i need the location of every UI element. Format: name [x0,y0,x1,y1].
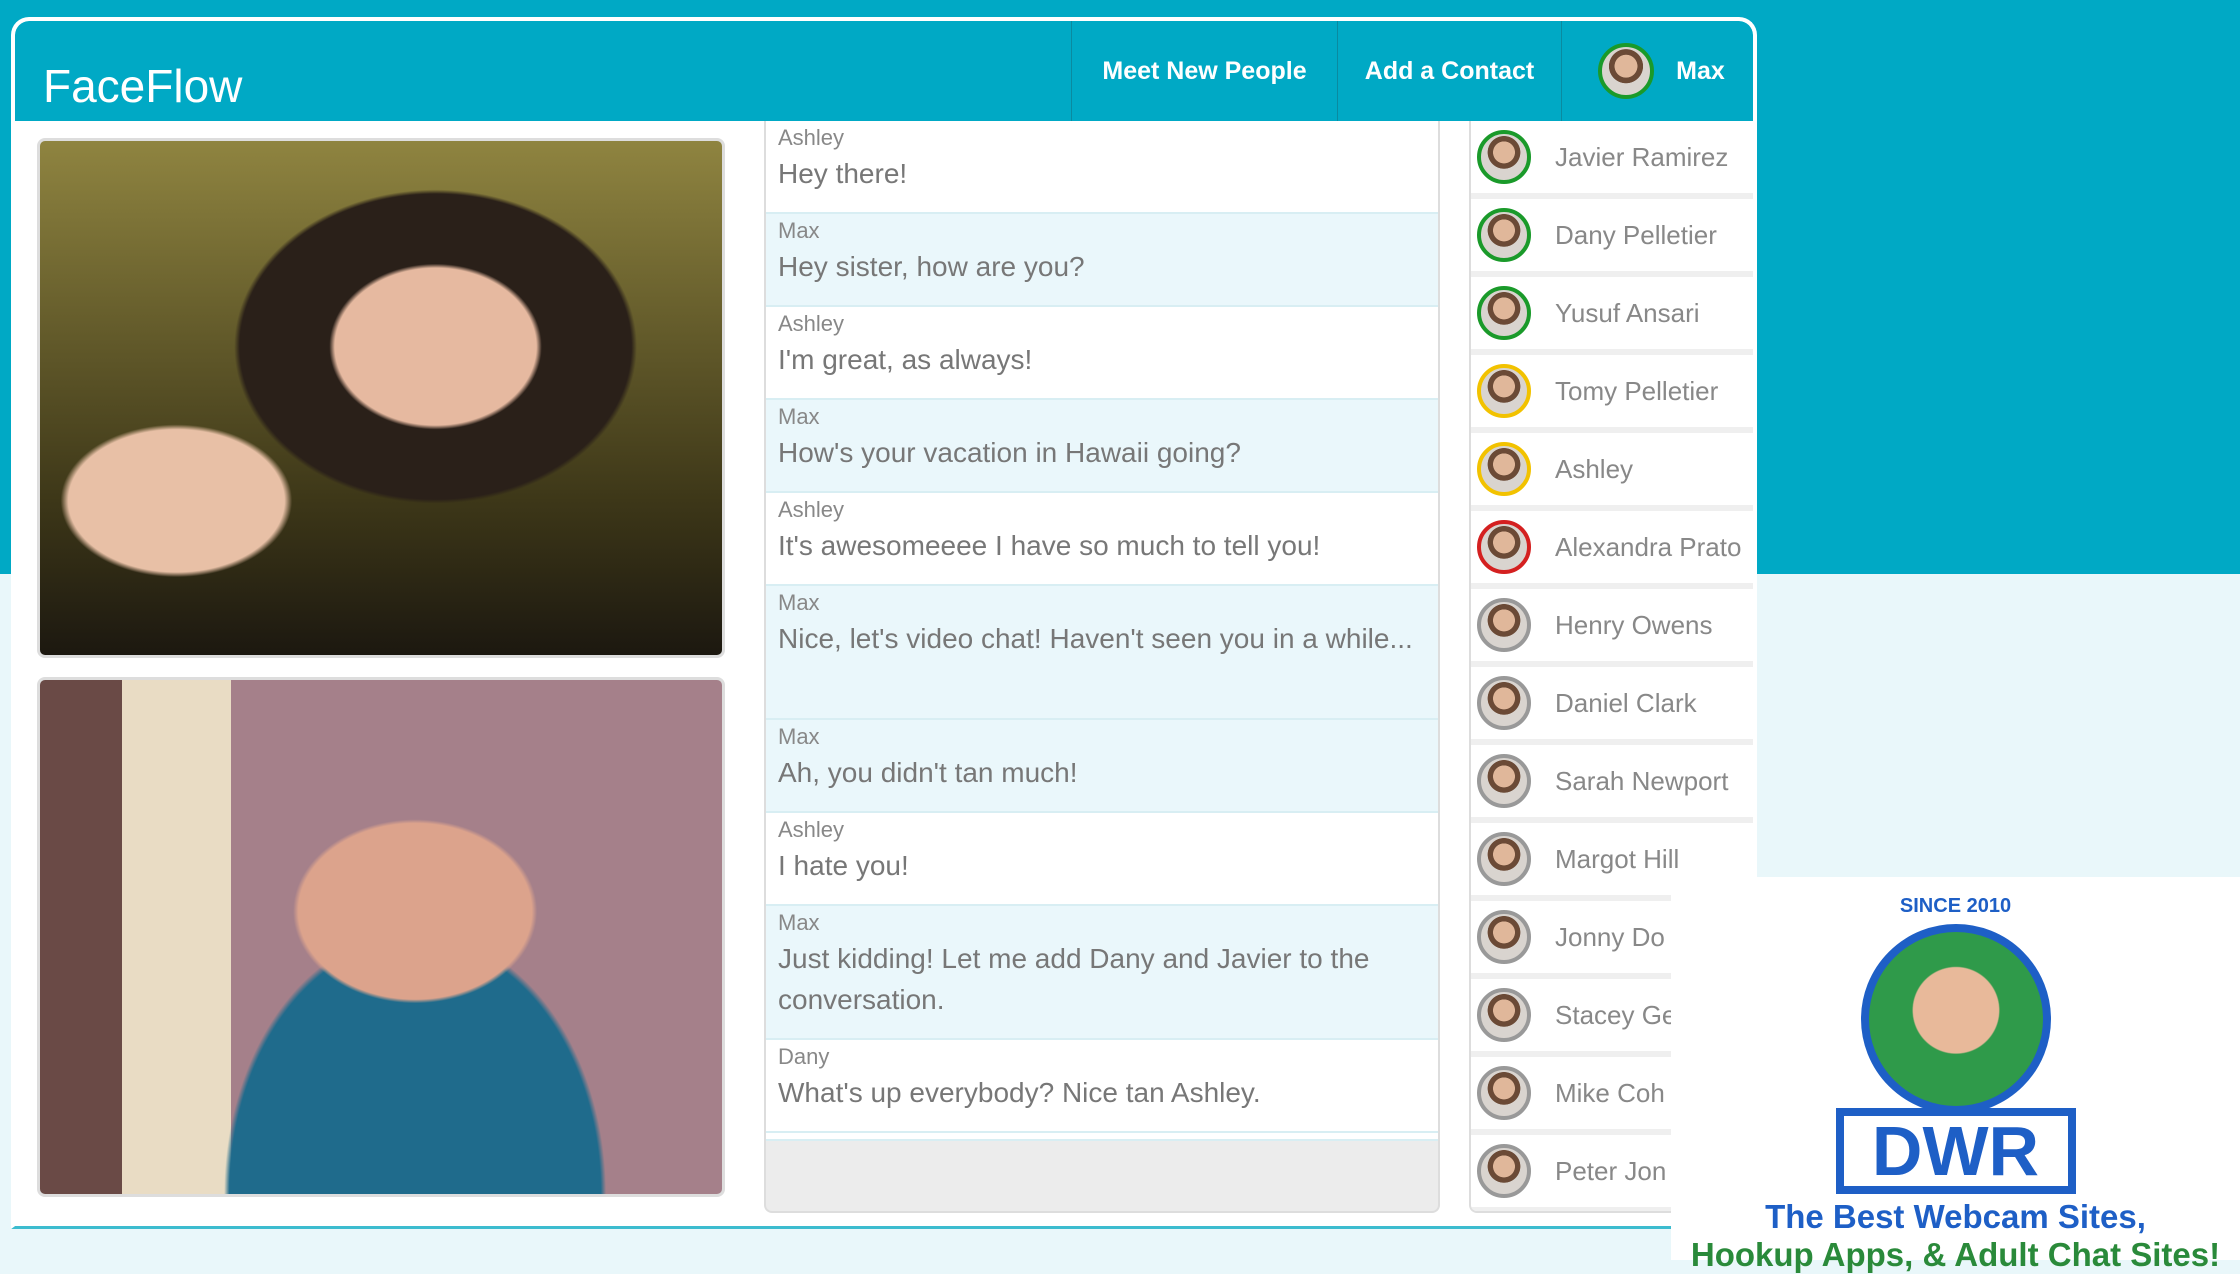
chat-panel: Ashley Hey there! Max Hey sister, how are y… [764,121,1440,1213]
message-text: Nice, let's video chat! Haven't seen you… [778,623,1413,654]
user-avatar [1598,43,1655,99]
contact-item[interactable]: Daniel Clark [1471,667,1753,745]
contact-item[interactable]: Javier Ramirez [1471,121,1753,199]
message-input[interactable] [766,1141,1438,1211]
chat-message: Ashley I hate you! [766,813,1438,906]
mascot-icon [1860,924,2051,1114]
message-sender: Max [778,218,820,243]
user-menu[interactable]: Max [1561,21,1753,121]
chat-message: Max Just kidding! Let me add Dany and Jav… [766,906,1438,1040]
message-text: How's your vacation in Hawaii going? [778,437,1241,468]
contact-name: Stacey Ge [1555,999,1677,1030]
message-sender: Max [778,724,820,749]
message-sender: Ashley [778,497,845,522]
watermark-line1: The Best Webcam Sites, [1765,1198,2146,1235]
message-text: It's awesomeeee I have so much to tell y… [778,530,1321,561]
contact-avatar [1477,754,1531,808]
contact-name: Tomy Pelletier [1555,375,1719,406]
message-text: What's up everybody? Nice tan Ashley. [778,1077,1261,1108]
message-sender: Ashley [778,311,845,336]
chat-message: Dany What's up everybody? Nice tan Ashley… [766,1040,1438,1133]
contact-item[interactable]: Dany Pelletier [1471,199,1753,277]
message-sender: Max [778,910,820,935]
contact-name: Jonny Do [1555,921,1665,952]
meet-new-people-button[interactable]: Meet New People [1071,21,1337,121]
contact-avatar [1477,286,1531,340]
add-contact-button[interactable]: Add a Contact [1337,21,1561,121]
contact-item[interactable]: Sarah Newport [1471,745,1753,823]
watermark-since: SINCE 2010 [1899,895,2012,917]
contact-item[interactable]: Alexandra Prato [1471,511,1753,589]
contact-avatar [1477,208,1531,262]
contact-avatar [1477,520,1531,574]
contact-name: Alexandra Prato [1555,531,1742,562]
contact-avatar [1477,598,1531,652]
watermark-brand: DWR [1835,1108,2076,1194]
contact-name: Ashley [1555,453,1634,484]
message-text: Just kidding! Let me add Dany and Javier… [778,943,1370,1015]
message-text: I'm great, as always! [778,344,1033,375]
app-title: FaceFlow [43,60,243,112]
contact-avatar [1477,910,1531,964]
header: FaceFlow Meet New People Add a Contact M… [15,21,1753,121]
chat-message: Max How's your vacation in Hawaii going? [766,400,1438,493]
contact-avatar [1477,130,1531,184]
contact-item[interactable]: Henry Owens [1471,589,1753,667]
contact-avatar [1477,442,1531,496]
message-sender: Ashley [778,125,845,150]
contact-item[interactable]: Yusuf Ansari [1471,277,1753,355]
contact-avatar [1477,676,1531,730]
chat-message: Max Hey sister, how are you? [766,214,1438,307]
message-sender: Max [778,590,820,615]
message-text: Ah, you didn't tan much! [778,757,1078,788]
chat-divider [766,1133,1438,1141]
chat-message: Ashley Hey there! [766,121,1438,214]
chat-message: Max Nice, let's video chat! Haven't seen … [766,586,1438,720]
contact-avatar [1477,1144,1531,1198]
message-sender: Dany [778,1044,830,1069]
message-list: Ashley Hey there! Max Hey sister, how are y… [766,121,1438,1133]
message-text: Hey there! [778,158,908,189]
local-video-feed [37,677,725,1197]
remote-video-feed [37,138,725,658]
app-window: FaceFlow Meet New People Add a Contact M… [11,17,1757,1229]
message-sender: Ashley [778,817,845,842]
chat-message: Max Ah, you didn't tan much! [766,720,1438,813]
contact-avatar [1477,1066,1531,1120]
contact-name: Sarah Newport [1555,765,1729,796]
chat-message: Ashley It's awesomeeee I have so much to … [766,493,1438,586]
contact-name: Henry Owens [1555,609,1713,640]
contact-name: Daniel Clark [1555,687,1697,718]
contact-name: Mike Coh [1555,1077,1665,1108]
contact-name: Yusuf Ansari [1555,297,1700,328]
contact-item[interactable]: Tomy Pelletier [1471,355,1753,433]
user-name: Max [1676,56,1725,85]
message-text: I hate you! [778,850,909,881]
chat-message: Ashley I'm great, as always! [766,307,1438,400]
watermark-logo: SINCE 2010 DWR The Best Webcam Sites, Ho… [1671,877,2240,1273]
contact-avatar [1477,364,1531,418]
message-text: Hey sister, how are you? [778,251,1085,282]
message-sender: Max [778,404,820,429]
contact-name: Javier Ramirez [1555,141,1729,172]
contact-name: Dany Pelletier [1555,219,1717,250]
contact-avatar [1477,988,1531,1042]
contact-name: Peter Jon [1555,1155,1667,1186]
watermark-line2: Hookup Apps, & Adult Chat Sites! [1690,1236,2221,1273]
contact-item[interactable]: Ashley [1471,433,1753,511]
contact-name: Margot Hill [1555,843,1680,874]
contact-avatar [1477,832,1531,886]
